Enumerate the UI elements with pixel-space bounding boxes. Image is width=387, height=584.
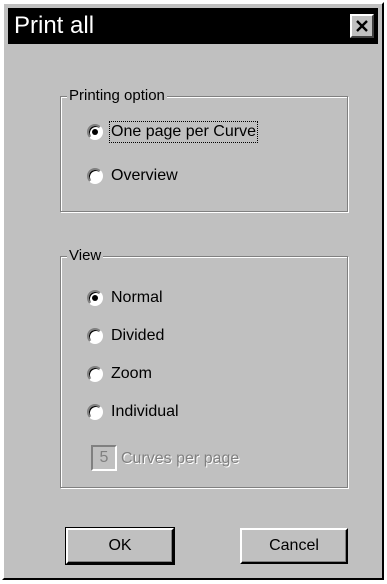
- radio-label: Zoom: [111, 365, 152, 382]
- radio-individual[interactable]: Individual: [87, 403, 179, 421]
- radio-button[interactable]: [87, 328, 103, 344]
- radio-label: Overview: [111, 167, 178, 184]
- radio-normal[interactable]: Normal: [87, 289, 163, 307]
- radio-zoom[interactable]: Zoom: [87, 365, 152, 383]
- radio-divided[interactable]: Divided: [87, 327, 164, 345]
- printing-option-label: Printing option: [67, 87, 167, 105]
- view-group: View Normal Divided Zoom Individual 5 Cu…: [60, 247, 348, 488]
- close-button[interactable]: [350, 14, 374, 38]
- curves-per-page-input[interactable]: 5: [91, 445, 117, 471]
- radio-label: Individual: [111, 403, 179, 420]
- radio-label: Divided: [111, 327, 165, 344]
- printing-option-group: Printing option One page per Curve Overv…: [60, 87, 348, 212]
- radio-button[interactable]: [87, 124, 103, 140]
- radio-one-page-per-curve[interactable]: One page per Curve: [87, 121, 258, 143]
- window-title: Print all: [14, 12, 95, 39]
- title-bar[interactable]: Print all: [8, 8, 378, 44]
- radio-button[interactable]: [87, 290, 103, 306]
- radio-label: One page per Curve: [109, 121, 258, 143]
- radio-label: Normal: [111, 289, 163, 306]
- print-all-dialog: Print all Printing option One page per C…: [2, 2, 384, 580]
- view-label: View: [67, 247, 104, 265]
- radio-button[interactable]: [87, 168, 103, 184]
- curves-per-page-label: Curves per page: [121, 450, 240, 467]
- radio-button[interactable]: [87, 366, 103, 382]
- radio-button[interactable]: [87, 404, 103, 420]
- cancel-button[interactable]: Cancel: [240, 528, 348, 564]
- ok-button[interactable]: OK: [65, 527, 175, 565]
- radio-overview[interactable]: Overview: [87, 167, 178, 185]
- close-icon: [356, 20, 368, 32]
